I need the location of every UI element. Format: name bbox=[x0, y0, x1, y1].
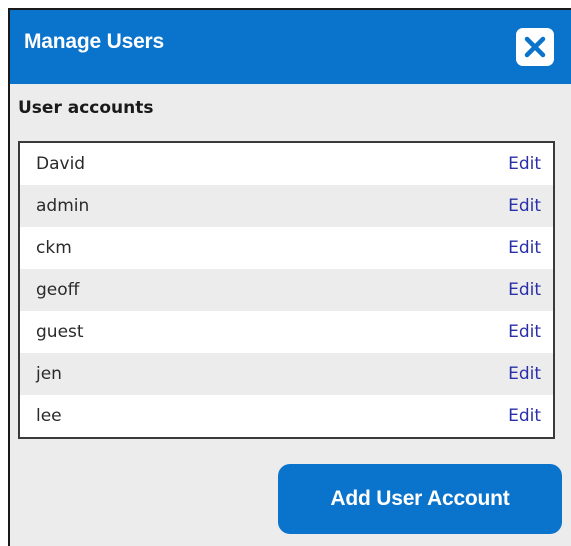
edit-link[interactable]: Edit bbox=[508, 143, 541, 185]
edit-link[interactable]: Edit bbox=[508, 353, 541, 395]
user-name: ckm bbox=[36, 238, 72, 258]
user-name: geoff bbox=[36, 280, 80, 300]
user-accounts-list: David Edit admin Edit ckm Edit geoff Edi… bbox=[18, 141, 555, 439]
list-item: jen Edit bbox=[20, 353, 553, 395]
list-item: admin Edit bbox=[20, 185, 553, 227]
list-item: geoff Edit bbox=[20, 269, 553, 311]
close-x-icon bbox=[524, 36, 546, 58]
edit-link[interactable]: Edit bbox=[508, 185, 541, 227]
list-item: ckm Edit bbox=[20, 227, 553, 269]
add-user-account-button[interactable]: Add User Account bbox=[278, 464, 562, 534]
list-item: lee Edit bbox=[20, 395, 553, 437]
manage-users-dialog: Manage Users User accounts David Edit ad… bbox=[8, 8, 571, 546]
list-item: guest Edit bbox=[20, 311, 553, 353]
user-name: admin bbox=[36, 196, 90, 216]
user-name: jen bbox=[36, 364, 62, 384]
dialog-title: Manage Users bbox=[24, 30, 164, 53]
edit-link[interactable]: Edit bbox=[508, 227, 541, 269]
edit-link[interactable]: Edit bbox=[508, 395, 541, 437]
edit-link[interactable]: Edit bbox=[508, 269, 541, 311]
dialog-titlebar: Manage Users bbox=[10, 10, 571, 84]
user-name: David bbox=[36, 154, 86, 174]
list-item: David Edit bbox=[20, 143, 553, 185]
user-accounts-label: User accounts bbox=[18, 98, 154, 118]
user-name: guest bbox=[36, 322, 84, 342]
edit-link[interactable]: Edit bbox=[508, 311, 541, 353]
user-name: lee bbox=[36, 406, 62, 426]
close-button[interactable] bbox=[516, 28, 554, 66]
